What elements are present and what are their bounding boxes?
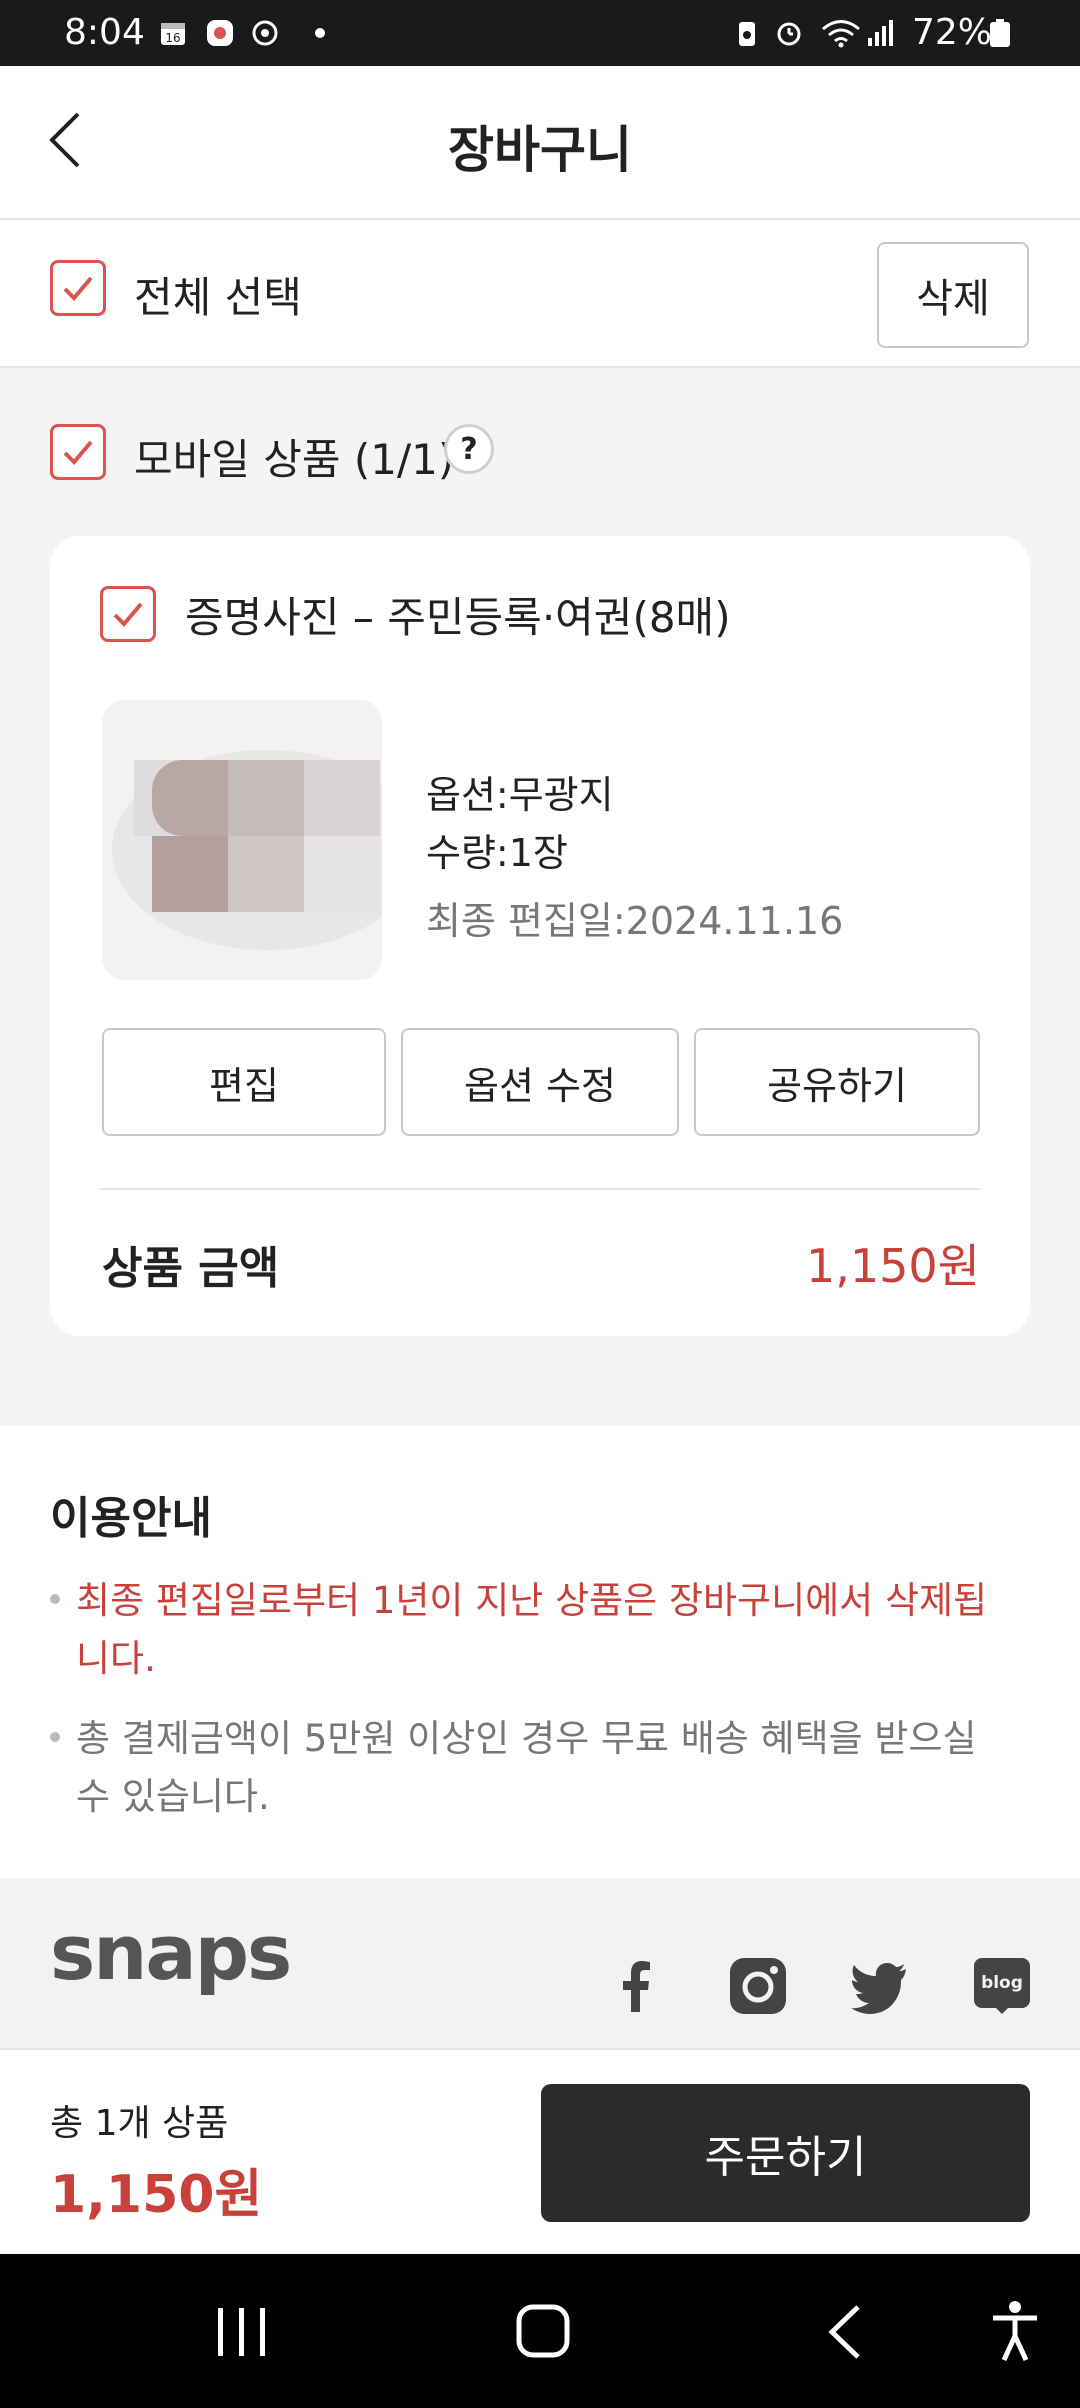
usage-note-shipping-line2: 수 있습니다. (76, 1775, 270, 1818)
product-last-edit: 최종 편집일:2024.11.16 (426, 899, 844, 943)
battery-level: 72% (912, 12, 993, 53)
bullet-icon (50, 1732, 60, 1742)
group-label: 모바일 상품 (1/1) (134, 435, 455, 484)
wifi-icon (822, 20, 860, 48)
usage-note-delete-line2: 니다. (76, 1637, 156, 1680)
order-total: 1,150원 (50, 2165, 263, 2225)
dot-icon (315, 28, 325, 38)
app-header: 장바구니 (0, 66, 1080, 220)
blog-label: blog (981, 1973, 1023, 1993)
amount-value: 1,150원 (805, 1239, 980, 1293)
svg-text:16: 16 (165, 31, 180, 45)
instagram-icon[interactable] (728, 1956, 788, 2016)
product-group-header: 모바일 상품 (1/1) ? (0, 370, 1080, 520)
amount-label: 상품 금액 (102, 1243, 280, 1294)
battery-saver-icon (739, 22, 755, 46)
product-quantity: 수량:1장 (426, 831, 568, 875)
cart-item-card: 증명사진 – 주민등록·여권(8매) 옵션:무광지 수량:1장 최종 편집일:2… (50, 536, 1030, 1336)
divider (100, 1188, 980, 1190)
home-icon[interactable] (516, 2304, 570, 2358)
help-icon[interactable]: ? (444, 424, 494, 474)
select-all-checkbox[interactable] (50, 260, 106, 316)
thumbnail-cell (304, 760, 380, 836)
calendar-icon: 16 (161, 23, 185, 45)
facebook-icon[interactable] (606, 1956, 666, 2016)
usage-info-section: 이용안내 최종 편집일로부터 1년이 지난 상품은 장바구니에서 삭제됩 니다.… (0, 1426, 1080, 1878)
check-icon (63, 440, 93, 465)
usage-note-delete-line1: 최종 편집일로부터 1년이 지난 상품은 장바구니에서 삭제됩 (76, 1579, 988, 1622)
status-time: 8:04 (64, 12, 145, 53)
back-nav-icon[interactable] (826, 2304, 864, 2360)
share-button[interactable]: 공유하기 (694, 1028, 980, 1136)
product-title: 증명사진 – 주민등록·여권(8매) (185, 593, 731, 642)
thumbnail-cell (228, 836, 304, 912)
thumbnail-cell (228, 760, 304, 836)
delete-button[interactable]: 삭제 (877, 242, 1029, 348)
usage-note-delete: 최종 편집일로부터 1년이 지난 상품은 장바구니에서 삭제됩 니다. (76, 1572, 1016, 1688)
order-bar: 총 1개 상품 1,150원 주문하기 (0, 2048, 1080, 2254)
select-all-row: 전체 선택 삭제 (0, 220, 1080, 368)
select-all-label: 전체 선택 (134, 273, 302, 322)
sync-icon (252, 20, 278, 46)
twitter-icon[interactable] (850, 1956, 910, 2016)
blog-icon[interactable]: blog (972, 1956, 1032, 2016)
system-nav-bar (0, 2254, 1080, 2408)
product-thumbnail[interactable] (102, 700, 382, 980)
check-icon (113, 602, 143, 627)
signal-icon (868, 20, 893, 46)
order-count: 총 1개 상품 (50, 2103, 229, 2144)
usage-note-shipping-line1: 총 결제금액이 5만원 이상인 경우 무료 배송 혜택을 받으실 (76, 1717, 977, 1760)
alarm-icon (777, 22, 801, 46)
usage-note-shipping: 총 결제금액이 5만원 이상인 경우 무료 배송 혜택을 받으실 수 있습니다. (76, 1710, 1016, 1826)
recent-apps-icon[interactable] (214, 2306, 270, 2358)
snaps-logo[interactable]: snaps (50, 1908, 292, 1997)
bullet-icon (50, 1594, 60, 1604)
edit-button[interactable]: 편집 (102, 1028, 386, 1136)
product-option: 옵션:무광지 (426, 773, 614, 817)
accessibility-icon[interactable] (990, 2300, 1040, 2362)
group-checkbox[interactable] (50, 424, 106, 480)
battery-icon (990, 19, 1010, 47)
footer: snaps blog (0, 1878, 1080, 2048)
thumbnail-cell (304, 836, 380, 912)
order-button[interactable]: 주문하기 (541, 2084, 1030, 2222)
check-icon (63, 276, 93, 301)
thumbnail-cell (152, 836, 228, 912)
app-notification-icon (207, 20, 233, 46)
status-bar: 8:04 16 72% (0, 0, 1080, 66)
thumbnail-cell (152, 760, 228, 836)
edit-option-button[interactable]: 옵션 수정 (401, 1028, 679, 1136)
page-title: 장바구니 (448, 121, 632, 179)
item-checkbox[interactable] (100, 586, 156, 642)
usage-info-heading: 이용안내 (50, 1493, 212, 1544)
